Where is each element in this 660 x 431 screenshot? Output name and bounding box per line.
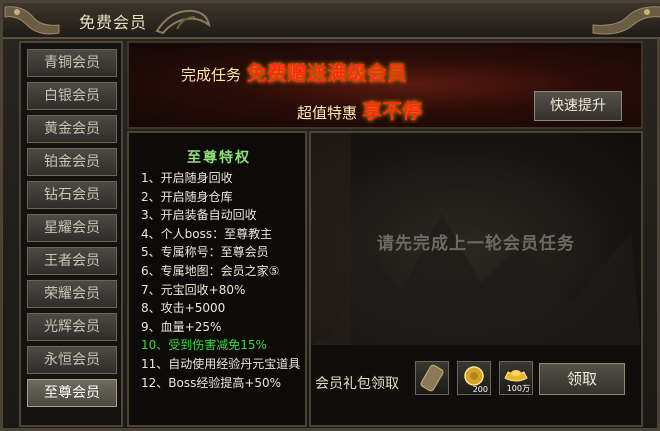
locked-task-area: 请先完成上一轮会员任务 <box>311 133 641 345</box>
perk-item: 6、专属地图：会员之家⑤ <box>141 263 280 278</box>
scroll-icon <box>420 364 444 392</box>
tab-diamond-member[interactable]: 钻石会员 <box>27 181 117 209</box>
perk-item-highlighted: 10、受到伤害减免15% <box>141 338 267 353</box>
banner-headline-prefix: 完成任务 <box>181 66 242 84</box>
gift-count: 100万 <box>506 384 530 393</box>
perks-panel: 至尊特权 1、开启随身回收 2、开启随身仓库 3、开启装备自动回收 4、个人bo… <box>127 131 307 427</box>
claim-button[interactable]: 领取 <box>539 363 625 395</box>
perks-title: 至尊特权 <box>187 150 251 166</box>
perk-item: 2、开启随身仓库 <box>141 189 233 204</box>
tab-star-member[interactable]: 星耀会员 <box>27 214 117 242</box>
gift-slot-gold-ingot[interactable]: 100万 <box>499 361 533 395</box>
gift-label: 会员礼包领取 <box>315 376 399 392</box>
banner-subline-prefix: 超值特惠 <box>297 104 358 122</box>
member-tier-sidebar: 青铜会员 白银会员 黄金会员 铂金会员 钻石会员 星耀会员 王者会员 荣耀会员 … <box>19 41 123 427</box>
dragon-corner-right-icon <box>592 6 660 35</box>
tab-silver-member[interactable]: 白银会员 <box>27 82 117 110</box>
title-ornament-icon <box>155 9 211 35</box>
gift-slot-scroll[interactable] <box>415 361 449 395</box>
quick-upgrade-button[interactable]: 快速提升 <box>534 91 622 121</box>
gift-slot-gold-coin[interactable]: 200 <box>457 361 491 395</box>
membership-window: 免费会员 青铜会员 白银会员 黄金会员 铂金会员 钻石会员 星耀会员 王者会员 … <box>0 0 660 431</box>
gift-bar: 会员礼包领取 200 100万 领取 <box>311 345 641 425</box>
tab-radiance-member[interactable]: 光辉会员 <box>27 313 117 341</box>
banner-subline-highlight: 享不停 <box>362 99 423 123</box>
perk-item: 12、Boss经验提高+50% <box>141 375 282 390</box>
tab-supreme-member[interactable]: 至尊会员 <box>27 379 117 407</box>
perk-item: 8、攻击+5000 <box>141 301 226 316</box>
tab-glory-member[interactable]: 荣耀会员 <box>27 280 117 308</box>
title-bar: 免费会员 <box>3 3 660 39</box>
banner-subline: 超值特惠 享不停 <box>297 95 422 124</box>
dragon-corner-left-icon <box>4 6 60 35</box>
window-title: 免费会员 <box>79 13 148 32</box>
perk-item: 1、开启随身回收 <box>141 171 233 185</box>
gift-count: 200 <box>472 385 488 394</box>
tab-bronze-member[interactable]: 青铜会员 <box>27 49 117 77</box>
perk-item: 7、元宝回收+80% <box>141 282 246 297</box>
tab-king-member[interactable]: 王者会员 <box>27 247 117 275</box>
perk-item: 9、血量+25% <box>141 319 222 334</box>
perk-item: 11、自动使用经验丹元宝道具 <box>141 356 301 371</box>
banner-headline: 完成任务 免费赠送满级会员 <box>181 57 407 86</box>
tab-eternal-member[interactable]: 永恒会员 <box>27 346 117 374</box>
banner-headline-highlight: 免费赠送满级会员 <box>246 61 407 85</box>
perk-item: 5、专属称号：至尊会员 <box>141 245 269 260</box>
tab-gold-member[interactable]: 黄金会员 <box>27 115 117 143</box>
task-panel: 请先完成上一轮会员任务 会员礼包领取 200 100万 领取 <box>309 131 643 427</box>
perk-item: 4、个人boss：至尊教主 <box>141 226 273 241</box>
tab-platinum-member[interactable]: 铂金会员 <box>27 148 117 176</box>
perks-list: 1、开启随身回收 2、开启随身仓库 3、开启装备自动回收 4、个人boss：至尊… <box>141 169 305 392</box>
perk-item: 3、开启装备自动回收 <box>141 208 257 223</box>
locked-task-message: 请先完成上一轮会员任务 <box>377 234 575 254</box>
